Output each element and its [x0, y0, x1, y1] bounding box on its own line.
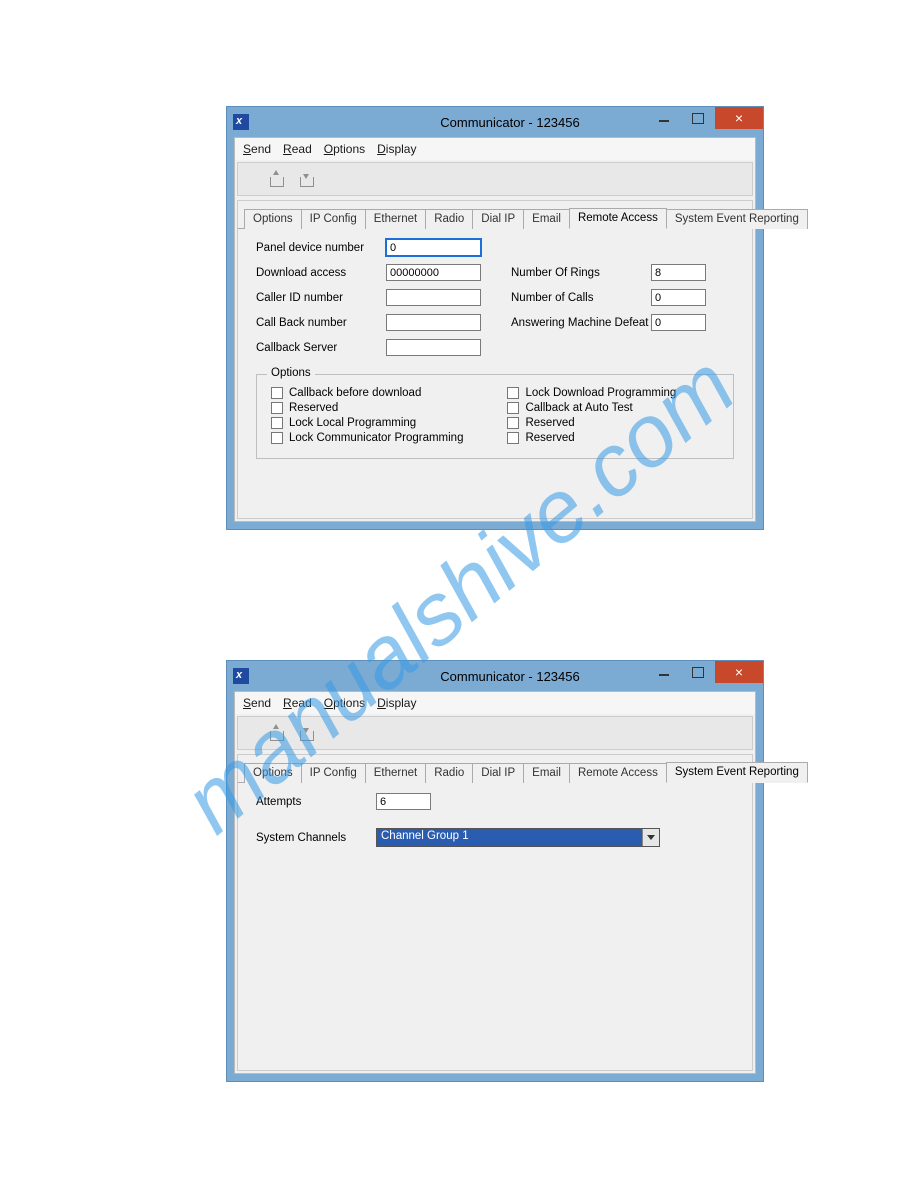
window-system-event-reporting: Communicator - 123456 × Send Read Option… [226, 660, 764, 1082]
chk-callback-auto-test[interactable] [507, 402, 519, 414]
minimize-button[interactable] [647, 107, 681, 129]
chk-reserved-3[interactable] [507, 432, 519, 444]
tab-email[interactable]: Email [523, 209, 570, 229]
number-of-calls-input[interactable] [651, 289, 706, 306]
tab-radio[interactable]: Radio [425, 209, 473, 229]
tabstrip: Options IP Config Ethernet Radio Dial IP… [238, 201, 752, 229]
download-icon[interactable] [298, 171, 314, 187]
panel-device-number-label: Panel device number [256, 242, 386, 254]
chk-lock-communicator-programming[interactable] [271, 432, 283, 444]
tab-system-event-reporting[interactable]: System Event Reporting [666, 762, 808, 783]
menu-options[interactable]: Options [324, 142, 365, 156]
attempts-label: Attempts [256, 796, 366, 808]
titlebar[interactable]: Communicator - 123456 × [227, 107, 763, 137]
chk-reserved-1[interactable] [271, 402, 283, 414]
callback-server-input[interactable] [386, 339, 481, 356]
menu-send[interactable]: Send [243, 142, 271, 156]
chk-label: Reserved [289, 402, 338, 414]
amd-input[interactable] [651, 314, 706, 331]
tab-ethernet[interactable]: Ethernet [365, 763, 426, 783]
close-button[interactable]: × [715, 107, 763, 129]
menu-read[interactable]: Read [283, 142, 312, 156]
menu-read[interactable]: Read [283, 696, 312, 710]
menu-display[interactable]: Display [377, 142, 416, 156]
tab-email[interactable]: Email [523, 763, 570, 783]
callback-server-label: Callback Server [256, 342, 386, 354]
options-groupbox: Options Callback before download Reserve… [256, 374, 734, 459]
toolbar [237, 716, 753, 750]
maximize-button[interactable] [681, 107, 715, 129]
chk-label: Reserved [525, 432, 574, 444]
panel-device-number-input[interactable] [386, 239, 481, 256]
number-of-calls-label: Number of Calls [511, 292, 651, 304]
tab-dial-ip[interactable]: Dial IP [472, 209, 524, 229]
tab-options[interactable]: Options [244, 763, 302, 783]
tab-radio[interactable]: Radio [425, 763, 473, 783]
app-icon [233, 668, 249, 684]
download-icon[interactable] [298, 725, 314, 741]
download-access-label: Download access [256, 267, 386, 279]
chk-lock-download-programming[interactable] [507, 387, 519, 399]
chk-label: Lock Local Programming [289, 417, 416, 429]
chk-label: Lock Communicator Programming [289, 432, 463, 444]
caller-id-input[interactable] [386, 289, 481, 306]
menu-bar: Send Read Options Display [235, 692, 755, 714]
chk-label: Callback before download [289, 387, 421, 399]
caller-id-label: Caller ID number [256, 292, 386, 304]
menu-bar: Send Read Options Display [235, 138, 755, 160]
attempts-input[interactable] [376, 793, 431, 810]
chk-callback-before-download[interactable] [271, 387, 283, 399]
upload-icon[interactable] [268, 171, 284, 187]
toolbar [237, 162, 753, 196]
upload-icon[interactable] [268, 725, 284, 741]
tabstrip: Options IP Config Ethernet Radio Dial IP… [238, 755, 752, 783]
chk-reserved-2[interactable] [507, 417, 519, 429]
tab-remote-access[interactable]: Remote Access [569, 208, 667, 229]
maximize-button[interactable] [681, 661, 715, 683]
system-channels-value: Channel Group 1 [377, 829, 642, 846]
chk-lock-local-programming[interactable] [271, 417, 283, 429]
window-remote-access: Communicator - 123456 × Send Read Option… [226, 106, 764, 530]
close-button[interactable]: × [715, 661, 763, 683]
callback-number-label: Call Back number [256, 317, 386, 329]
download-access-input[interactable] [386, 264, 481, 281]
chk-label: Lock Download Programming [525, 387, 676, 399]
tab-options[interactable]: Options [244, 209, 302, 229]
number-of-rings-input[interactable] [651, 264, 706, 281]
system-channels-label: System Channels [256, 832, 366, 844]
amd-label: Answering Machine Defeat [511, 317, 651, 329]
chevron-down-icon[interactable] [642, 829, 659, 846]
callback-number-input[interactable] [386, 314, 481, 331]
tab-ip-config[interactable]: IP Config [301, 763, 366, 783]
menu-options[interactable]: Options [324, 696, 365, 710]
tab-remote-access[interactable]: Remote Access [569, 763, 667, 783]
options-groupbox-title: Options [267, 367, 315, 379]
system-channels-combo[interactable]: Channel Group 1 [376, 828, 660, 847]
chk-label: Callback at Auto Test [525, 402, 632, 414]
menu-send[interactable]: Send [243, 696, 271, 710]
app-icon [233, 114, 249, 130]
menu-display[interactable]: Display [377, 696, 416, 710]
minimize-button[interactable] [647, 661, 681, 683]
tab-dial-ip[interactable]: Dial IP [472, 763, 524, 783]
chk-label: Reserved [525, 417, 574, 429]
tab-system-event-reporting[interactable]: System Event Reporting [666, 209, 808, 229]
number-of-rings-label: Number Of Rings [511, 267, 651, 279]
tab-ip-config[interactable]: IP Config [301, 209, 366, 229]
tab-ethernet[interactable]: Ethernet [365, 209, 426, 229]
titlebar[interactable]: Communicator - 123456 × [227, 661, 763, 691]
